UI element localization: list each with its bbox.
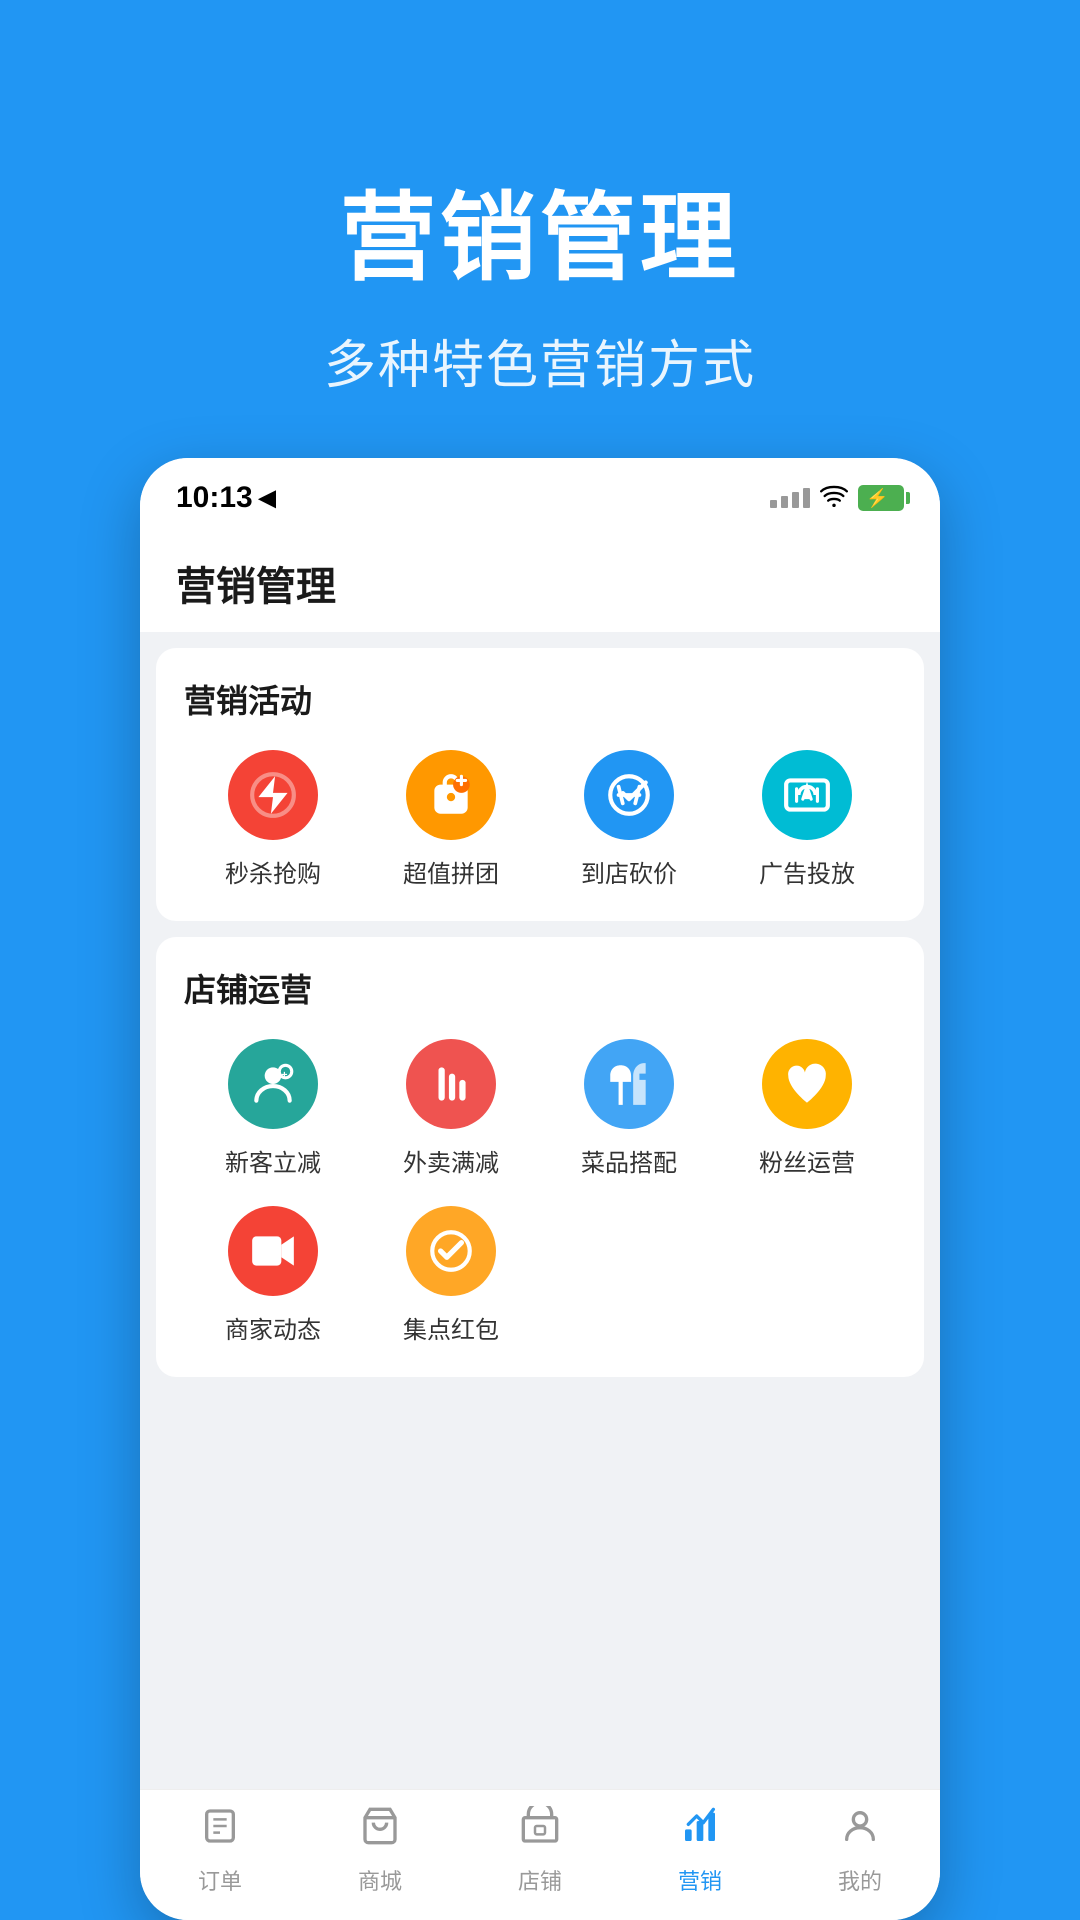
flash-sale-item[interactable]: 秒杀抢购 <box>184 750 362 889</box>
dish-combo-icon <box>584 1039 674 1129</box>
ads-item[interactable]: 广告投放 <box>718 750 896 889</box>
app-header-title: 营销管理 <box>176 554 904 612</box>
dish-combo-label: 菜品搭配 <box>581 1143 677 1178</box>
group-buy-label: 超值拼团 <box>403 854 499 889</box>
section-title-store: 店铺运营 <box>184 965 896 1011</box>
sub-title: 多种特色营销方式 <box>324 323 756 398</box>
delivery-discount-icon <box>406 1039 496 1129</box>
mine-label: 我的 <box>838 1864 882 1896</box>
marketing-icon <box>680 1806 720 1856</box>
points-redpacket-item[interactable]: 集点红包 <box>362 1206 540 1345</box>
nav-mine[interactable]: 我的 <box>800 1806 920 1896</box>
merchant-news-label: 商家动态 <box>225 1310 321 1345</box>
header-section: 营销管理 多种特色营销方式 <box>0 0 1080 458</box>
points-redpacket-label: 集点红包 <box>403 1310 499 1345</box>
mall-icon <box>360 1806 400 1856</box>
store-icon <box>520 1806 560 1856</box>
mall-label: 商城 <box>358 1864 402 1896</box>
status-icons: ⚡ <box>770 482 904 514</box>
store-operations-grid: + 新客立减 外卖满减 菜品搭配 <box>184 1039 896 1345</box>
main-title: 营销管理 <box>340 160 740 299</box>
dish-combo-item[interactable]: 菜品搭配 <box>540 1039 718 1178</box>
status-bar: 10:13 ◀ ⚡ <box>140 458 940 530</box>
merchant-news-icon <box>228 1206 318 1296</box>
flash-sale-icon <box>228 750 318 840</box>
marketing-label: 营销 <box>678 1864 722 1896</box>
store-operations-card: 店铺运营 + 新客立减 外卖满减 <box>156 937 924 1377</box>
phone-mockup: 10:13 ◀ ⚡ 营销管理 <box>140 458 940 1920</box>
nav-store[interactable]: 店铺 <box>480 1806 600 1896</box>
flash-sale-label: 秒杀抢购 <box>225 854 321 889</box>
nav-mall[interactable]: 商城 <box>320 1806 440 1896</box>
orders-label: 订单 <box>198 1864 242 1896</box>
group-buy-item[interactable]: 超值拼团 <box>362 750 540 889</box>
points-redpacket-icon <box>406 1206 496 1296</box>
orders-icon <box>200 1806 240 1856</box>
nav-marketing[interactable]: 营销 <box>640 1806 760 1896</box>
location-icon: ◀ <box>259 485 276 511</box>
marketing-activities-card: 营销活动 秒杀抢购 超值拼团 <box>156 648 924 921</box>
content-area: 营销活动 秒杀抢购 超值拼团 <box>140 632 940 1789</box>
bargain-item[interactable]: 到店砍价 <box>540 750 718 889</box>
merchant-news-item[interactable]: 商家动态 <box>184 1206 362 1345</box>
bottom-nav: 订单 商城 店铺 营销 我的 <box>140 1789 940 1920</box>
marketing-activities-grid: 秒杀抢购 超值拼团 到店砍价 <box>184 750 896 889</box>
fans-ops-item[interactable]: 粉丝运营 <box>718 1039 896 1178</box>
app-header: 营销管理 <box>140 530 940 632</box>
delivery-discount-label: 外卖满减 <box>403 1143 499 1178</box>
wifi-icon <box>820 482 848 514</box>
fans-ops-label: 粉丝运营 <box>759 1143 855 1178</box>
group-buy-icon <box>406 750 496 840</box>
ads-label: 广告投放 <box>759 854 855 889</box>
new-customer-item[interactable]: + 新客立减 <box>184 1039 362 1178</box>
delivery-discount-item[interactable]: 外卖满减 <box>362 1039 540 1178</box>
ads-icon <box>762 750 852 840</box>
bargain-label: 到店砍价 <box>581 854 677 889</box>
store-label: 店铺 <box>518 1864 562 1896</box>
nav-orders[interactable]: 订单 <box>160 1806 280 1896</box>
svg-text:+: + <box>281 1070 287 1081</box>
new-customer-icon: + <box>228 1039 318 1129</box>
mine-icon <box>840 1806 880 1856</box>
signal-icon <box>770 488 810 508</box>
battery-icon: ⚡ <box>858 485 904 511</box>
section-title-marketing: 营销活动 <box>184 676 896 722</box>
new-customer-label: 新客立减 <box>225 1143 321 1178</box>
status-time: 10:13 ◀ <box>176 481 276 515</box>
fans-ops-icon <box>762 1039 852 1129</box>
bargain-icon <box>584 750 674 840</box>
